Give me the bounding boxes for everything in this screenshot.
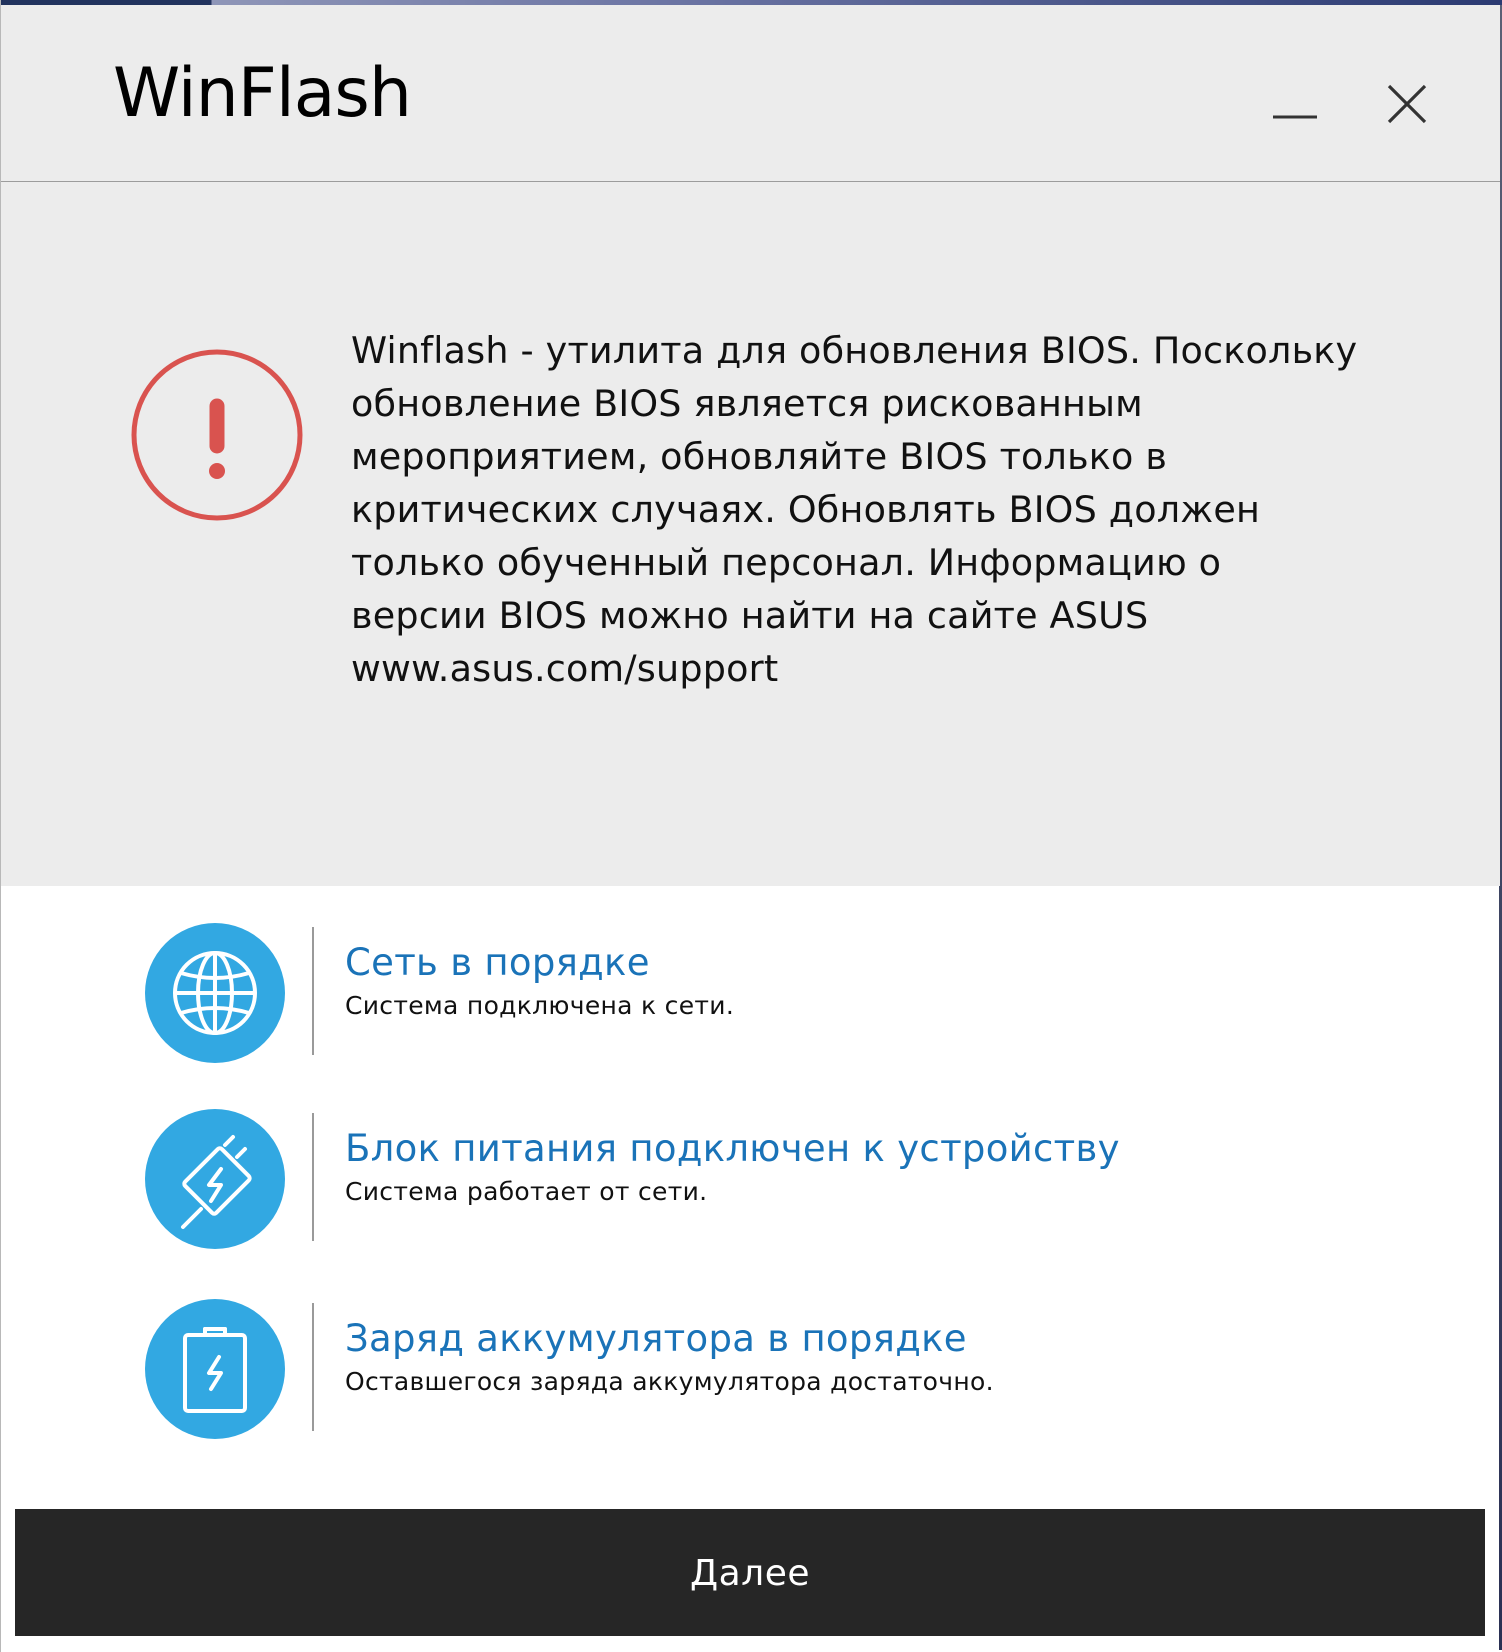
power-adapter-icon xyxy=(181,1135,252,1229)
app-title: WinFlash xyxy=(113,54,412,133)
status-title: Сеть в порядке xyxy=(345,941,650,984)
winflash-window: WinFlash Winflash - утилита для обновлен… xyxy=(0,0,1502,1652)
status-item-battery: Заряд аккумулятора в порядке Оставшегося… xyxy=(1,1299,1500,1439)
status-item-power: Блок питания подключен к устройству Сист… xyxy=(1,1109,1500,1249)
warning-panel: Winflash - утилита для обновления BIOS. … xyxy=(1,182,1500,886)
warning-message: Winflash - утилита для обновления BIOS. … xyxy=(351,329,1358,690)
status-description: Оставшегося заряда аккумулятора достаточ… xyxy=(345,1367,994,1396)
title-bar: WinFlash xyxy=(1,5,1500,182)
battery-charging-icon xyxy=(183,1327,247,1413)
minimize-button[interactable] xyxy=(1261,75,1331,145)
status-description: Система подключена к сети. xyxy=(345,991,735,1020)
status-item-network: Сеть в порядке Система подключена к сети… xyxy=(1,923,1500,1063)
status-divider xyxy=(312,1113,314,1241)
close-icon xyxy=(1387,84,1427,124)
next-button[interactable]: Далее xyxy=(15,1509,1485,1636)
network-status-badge xyxy=(145,923,285,1063)
close-button[interactable] xyxy=(1372,69,1442,139)
status-title: Блок питания подключен к устройству xyxy=(345,1127,1120,1170)
power-status-badge xyxy=(145,1109,285,1249)
exclamation-circle-icon xyxy=(128,346,306,528)
status-description: Система работает от сети. xyxy=(345,1177,708,1206)
status-divider xyxy=(312,1303,314,1431)
status-divider xyxy=(312,927,314,1055)
status-title: Заряд аккумулятора в порядке xyxy=(345,1317,967,1360)
globe-icon xyxy=(173,951,257,1035)
battery-status-badge xyxy=(145,1299,285,1439)
minimize-icon xyxy=(1273,115,1317,119)
